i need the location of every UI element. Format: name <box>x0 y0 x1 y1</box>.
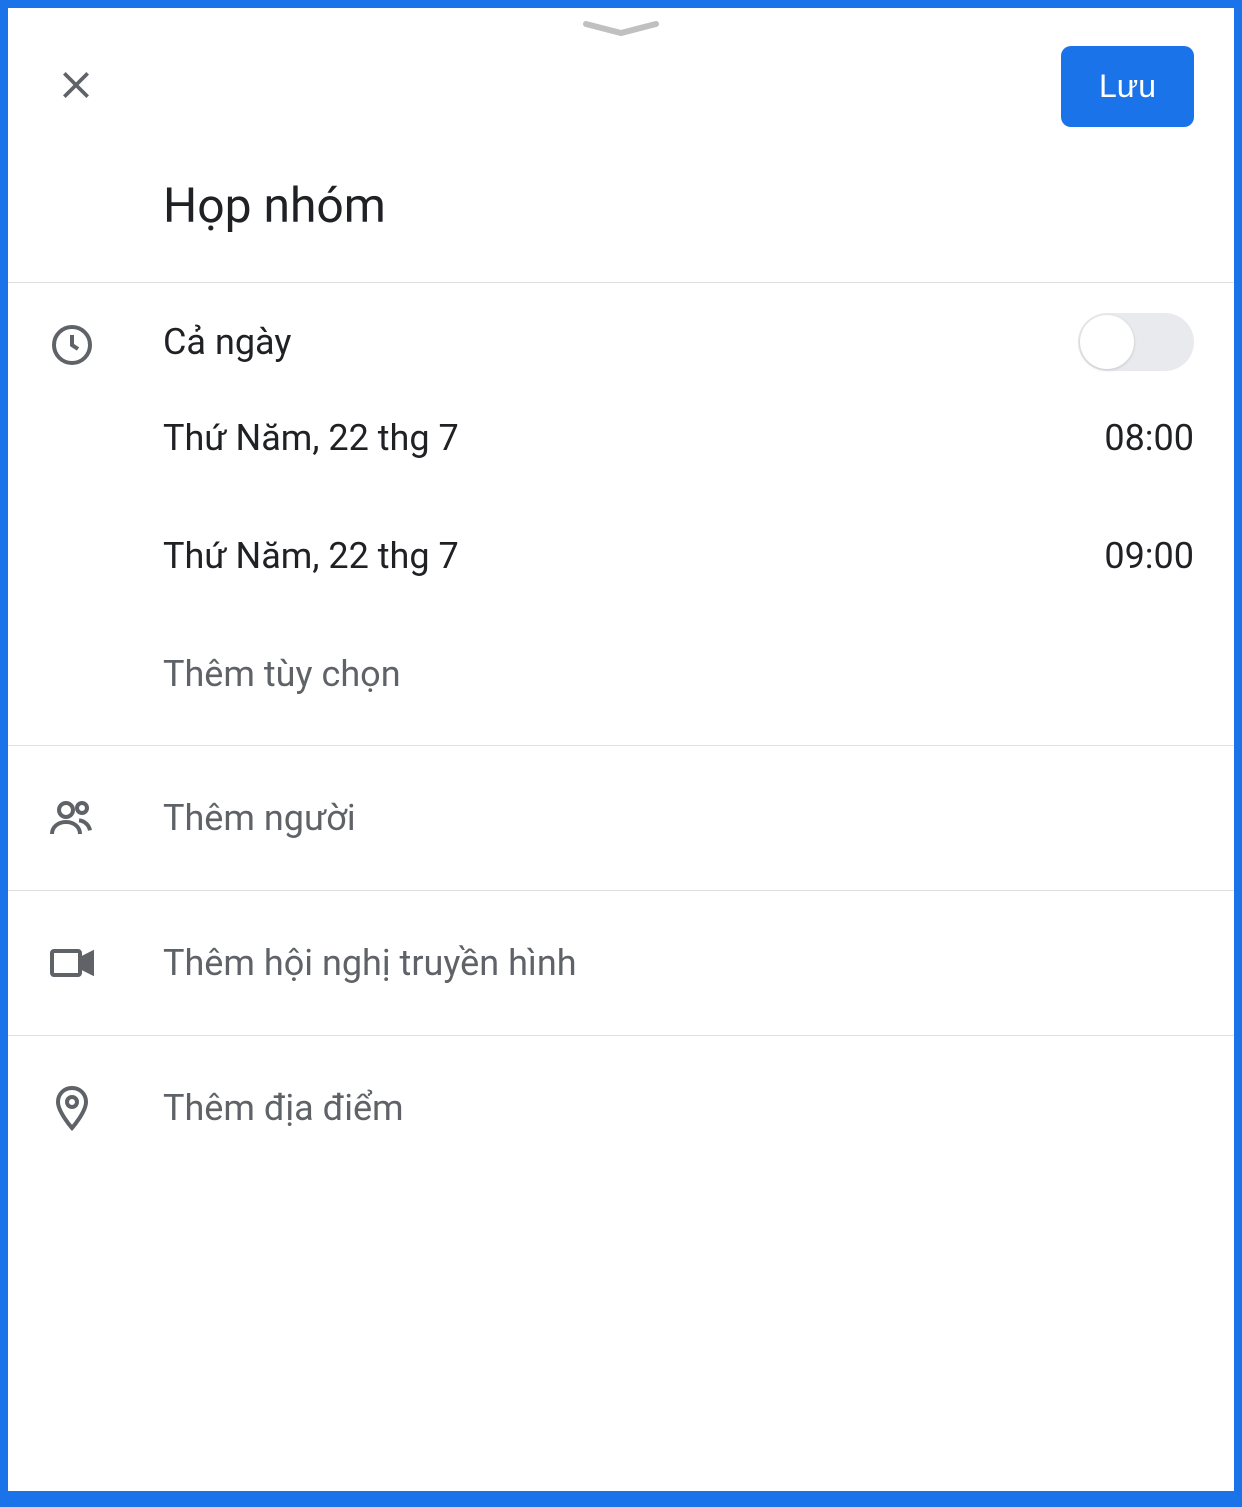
video-icon <box>48 939 163 987</box>
start-time[interactable]: 08:00 <box>1104 417 1194 459</box>
event-title[interactable]: Họp nhóm <box>163 177 1194 234</box>
close-button[interactable] <box>48 57 104 116</box>
header: Lưu <box>8 36 1234 147</box>
title-section[interactable]: Họp nhóm <box>8 147 1234 282</box>
location-icon <box>48 1084 163 1132</box>
add-location-label: Thêm địa điểm <box>163 1087 404 1129</box>
add-location-row[interactable]: Thêm địa điểm <box>8 1036 1234 1142</box>
close-icon <box>56 65 96 108</box>
add-video-label: Thêm hội nghị truyền hình <box>163 942 577 984</box>
more-options-link[interactable]: Thêm tùy chọn <box>163 615 1194 715</box>
start-date[interactable]: Thứ Năm, 22 thg 7 <box>163 417 459 459</box>
add-video-row[interactable]: Thêm hội nghị truyền hình <box>8 891 1234 1035</box>
people-icon <box>48 794 163 842</box>
add-people-row[interactable]: Thêm người <box>8 746 1234 890</box>
end-datetime-row[interactable]: Thứ Năm, 22 thg 7 09:00 <box>163 497 1194 615</box>
time-content: Cả ngày Thứ Năm, 22 thg 7 08:00 Thứ Năm,… <box>163 313 1194 715</box>
start-datetime-row[interactable]: Thứ Năm, 22 thg 7 08:00 <box>163 379 1194 497</box>
save-button[interactable]: Lưu <box>1061 46 1194 127</box>
app-container: Lưu Họp nhóm Cả ngày Thứ Năm, 22 thg 7 0… <box>8 8 1234 1491</box>
time-section: Cả ngày Thứ Năm, 22 thg 7 08:00 Thứ Năm,… <box>8 283 1234 745</box>
end-time[interactable]: 09:00 <box>1104 535 1194 577</box>
toggle-thumb <box>1080 315 1134 369</box>
all-day-row: Cả ngày <box>163 313 1194 379</box>
all-day-label: Cả ngày <box>163 321 291 363</box>
add-people-label: Thêm người <box>163 797 356 839</box>
end-date[interactable]: Thứ Năm, 22 thg 7 <box>163 535 459 577</box>
clock-icon <box>48 313 163 715</box>
drag-handle-icon[interactable] <box>8 8 1234 36</box>
all-day-toggle[interactable] <box>1078 313 1194 371</box>
